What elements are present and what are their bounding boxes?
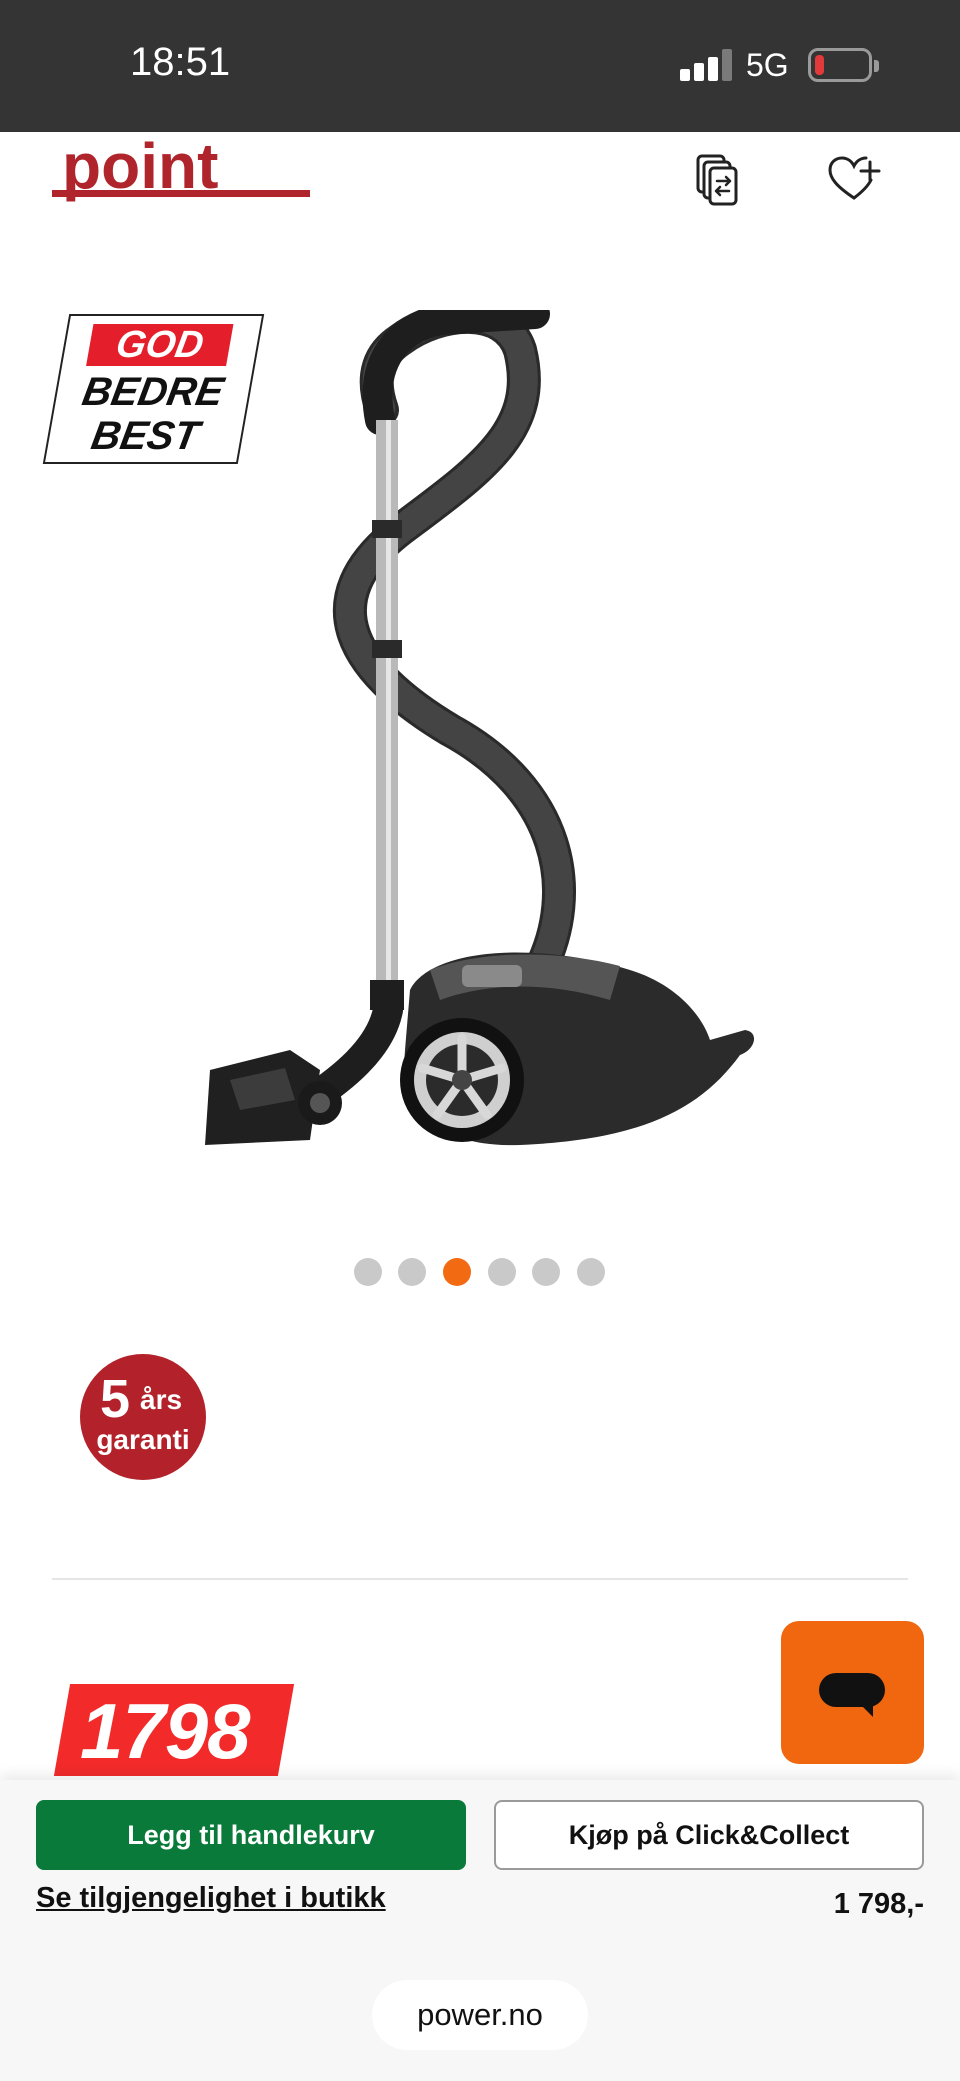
- status-bar: 18:51 5G: [0, 0, 960, 132]
- battery-icon: [808, 48, 879, 82]
- carousel-dot-active[interactable]: [443, 1258, 471, 1286]
- carousel-dot[interactable]: [398, 1258, 426, 1286]
- warranty-unit: års: [140, 1384, 183, 1415]
- warranty-years: 5: [100, 1369, 131, 1429]
- product-image[interactable]: [200, 310, 770, 1155]
- compare-icon[interactable]: [690, 150, 750, 210]
- carousel-dot[interactable]: [354, 1258, 382, 1286]
- point-logo[interactable]: point: [52, 136, 312, 226]
- add-to-cart-button[interactable]: Legg til handlekurv: [36, 1800, 466, 1870]
- signal-icon: [680, 49, 732, 81]
- chat-button[interactable]: [781, 1621, 924, 1764]
- price-summary: 1 798,-: [833, 1888, 924, 1920]
- click-collect-button[interactable]: Kjøp på Click&Collect: [494, 1800, 924, 1870]
- carousel-dot[interactable]: [488, 1258, 516, 1286]
- carousel-dot[interactable]: [577, 1258, 605, 1286]
- network-type: 5G: [746, 47, 789, 83]
- divider: [52, 1578, 908, 1580]
- carousel-dot[interactable]: [532, 1258, 560, 1286]
- browser-url-bar[interactable]: power.no: [372, 1980, 588, 2050]
- wishlist-heart-plus-icon[interactable]: [824, 150, 884, 210]
- status-time: 18:51: [130, 40, 231, 84]
- warranty-badge: 5 års garanti: [80, 1354, 206, 1480]
- chat-icon: [819, 1673, 885, 1707]
- store-availability-link[interactable]: Se tilgjengelighet i butikk: [36, 1882, 386, 1915]
- price-amount: 1798: [80, 1687, 251, 1775]
- warranty-label: garanti: [96, 1424, 190, 1455]
